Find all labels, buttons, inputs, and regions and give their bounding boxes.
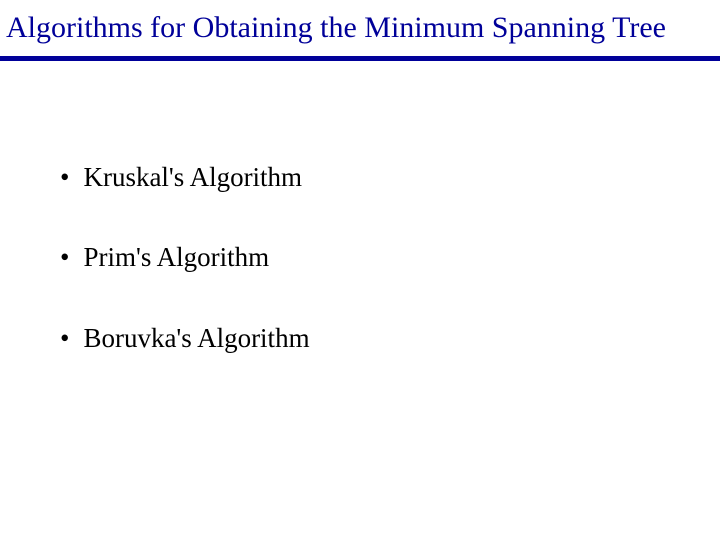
bullet-text: Kruskal's Algorithm	[83, 161, 302, 193]
slide-title: Algorithms for Obtaining the Minimum Spa…	[0, 0, 720, 54]
bullet-text: Prim's Algorithm	[83, 241, 269, 273]
bullet-text: Boruvka's Algorithm	[83, 322, 309, 354]
bullet-icon: •	[60, 322, 69, 354]
list-item: • Kruskal's Algorithm	[60, 161, 720, 193]
content-area: • Kruskal's Algorithm • Prim's Algorithm…	[0, 61, 720, 354]
list-item: • Boruvka's Algorithm	[60, 322, 720, 354]
bullet-icon: •	[60, 241, 69, 273]
bullet-icon: •	[60, 161, 69, 193]
list-item: • Prim's Algorithm	[60, 241, 720, 273]
slide-container: Algorithms for Obtaining the Minimum Spa…	[0, 0, 720, 540]
